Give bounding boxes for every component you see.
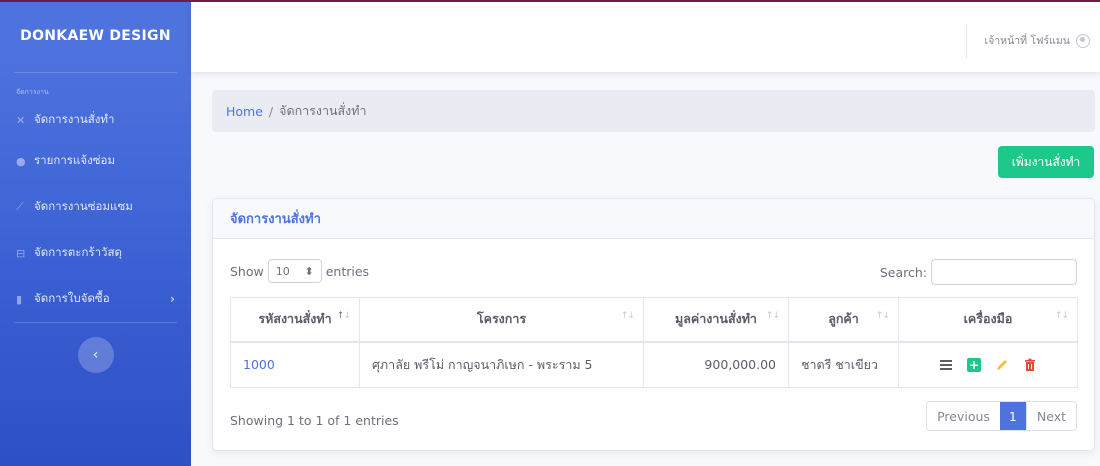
pagination-next[interactable]: Next: [1025, 402, 1076, 430]
sidebar-divider: [14, 322, 177, 323]
breadcrumb-separator: /: [268, 103, 274, 119]
wrench-icon: ⟋: [16, 200, 24, 213]
topbar: เจ้าหน้าที่ โฟร์แมน: [191, 2, 1100, 72]
pagination: Previous 1 Next: [926, 401, 1077, 431]
topbar-divider: [966, 24, 967, 58]
pagination-page-1[interactable]: 1: [999, 402, 1026, 430]
table-info: Showing 1 to 1 of 1 entries: [230, 413, 399, 428]
search-label: Search:: [879, 264, 927, 280]
trash-icon[interactable]: [1023, 358, 1037, 372]
sidebar-item-repairs[interactable]: ⟋ จัดการงานซ่อมแซม: [0, 184, 191, 230]
search-input[interactable]: [931, 259, 1077, 285]
sort-icon: ↑↓: [1054, 311, 1069, 321]
file-icon: ▮: [16, 292, 23, 306]
sidebar-item-work-orders[interactable]: ✕ จัดการงานสั่งทำ: [0, 102, 191, 138]
user-name: เจ้าหน้าที่ โฟร์แมน: [984, 35, 1070, 47]
sidebar-item-label: จัดการตะกร้าวัสดุ: [34, 245, 122, 259]
plus-square-icon[interactable]: +: [967, 357, 981, 372]
page-length-control: Show 10 ⬍ entries: [230, 259, 369, 283]
value-cell: 900,000.00: [643, 341, 789, 388]
sort-icon: ↑↓: [765, 311, 780, 321]
sidebar-item-label: จัดการงานสั่งทำ: [34, 112, 115, 126]
pencil-icon[interactable]: [995, 358, 1009, 372]
column-header-code[interactable]: รหัสงานสั่งทำ ↑↓: [230, 297, 360, 343]
sidebar-brand[interactable]: DONKAEW DESIGN: [0, 0, 191, 72]
sidebar-item-label: จัดการใบจัดซื้อ: [34, 291, 110, 305]
pagination-previous[interactable]: Previous: [927, 402, 1000, 430]
sidebar-item-repair-requests[interactable]: ● รายการแจ้งซ่อม: [0, 138, 191, 184]
chevron-right-icon: ›: [170, 292, 175, 306]
sidebar-item-purchase-orders[interactable]: ▮ จัดการใบจัดซื้อ ›: [0, 276, 191, 322]
column-header-project[interactable]: โครงการ ↑↓: [359, 297, 644, 343]
sidebar-heading: จัดการงาน: [16, 88, 49, 96]
search-control: Search:: [880, 259, 1077, 285]
column-header-customer[interactable]: ลูกค้า ↑↓: [788, 297, 899, 343]
user-dropdown[interactable]: เจ้าหน้าที่ โฟร์แมน: [985, 32, 1090, 49]
sidebar-item-label: รายการแจ้งซ่อม: [34, 153, 116, 167]
project-cell: ศุภาลัย พรีโม่ กาญจนาภิเษก - พระราม 5: [359, 341, 644, 388]
basket-icon: ⊟: [16, 246, 26, 260]
user-circle-icon: [1076, 33, 1090, 48]
work-orders-card: จัดการงานสั่งทำ Show 10 ⬍ entries Search…: [212, 198, 1095, 451]
breadcrumb: Home / จัดการงานสั่งทำ: [212, 90, 1095, 132]
sort-icon: ↑↓: [620, 311, 635, 321]
sidebar-item-label: จัดการงานซ่อมแซม: [34, 199, 133, 213]
work-order-code-link[interactable]: 1000: [230, 341, 360, 388]
top-accent-line: [0, 0, 1100, 2]
add-work-order-button[interactable]: เพิ่มงานสั่งทำ: [998, 146, 1094, 178]
tools-icon: ✕: [16, 113, 26, 127]
sort-icon: ↑↓: [875, 311, 890, 321]
breadcrumb-home-link[interactable]: Home: [226, 104, 263, 119]
sort-icon: ↑↓: [336, 311, 351, 321]
sidebar-toggle-button[interactable]: ‹: [77, 337, 114, 373]
entries-label: entries: [325, 263, 370, 279]
sidebar: DONKAEW DESIGN จัดการงาน ✕ จัดการงานสั่ง…: [0, 0, 191, 466]
table-row: 1000 ศุภาลัย พรีโม่ กาญจนาภิเษก - พระราม…: [230, 341, 1078, 388]
tools-cell: +: [898, 341, 1078, 388]
card-title: จัดการงานสั่งทำ: [213, 199, 1094, 239]
list-icon[interactable]: [939, 358, 953, 372]
customer-cell: ชาตรี ชาเขียว: [788, 341, 899, 388]
chevron-left-icon: ‹: [92, 347, 99, 363]
table-header-row: รหัสงานสั่งทำ ↑↓ โครงการ ↑↓ มูลค่างานสั่…: [230, 297, 1078, 343]
comment-icon: ●: [16, 154, 26, 168]
column-header-value[interactable]: มูลค่างานสั่งทำ ↑↓: [643, 297, 789, 343]
sidebar-item-material-basket[interactable]: ⊟ จัดการตะกร้าวัสดุ: [0, 230, 191, 276]
show-label: Show: [230, 263, 264, 279]
column-header-tools[interactable]: เครื่องมือ ↑↓: [898, 297, 1078, 343]
work-orders-table: รหัสงานสั่งทำ ↑↓ โครงการ ↑↓ มูลค่างานสั่…: [230, 297, 1078, 388]
select-arrows-icon: ⬍: [304, 264, 314, 278]
breadcrumb-current: จัดการงานสั่งทำ: [279, 103, 367, 118]
page-length-select[interactable]: 10 ⬍: [267, 259, 322, 283]
page-length-value: 10: [275, 264, 290, 278]
